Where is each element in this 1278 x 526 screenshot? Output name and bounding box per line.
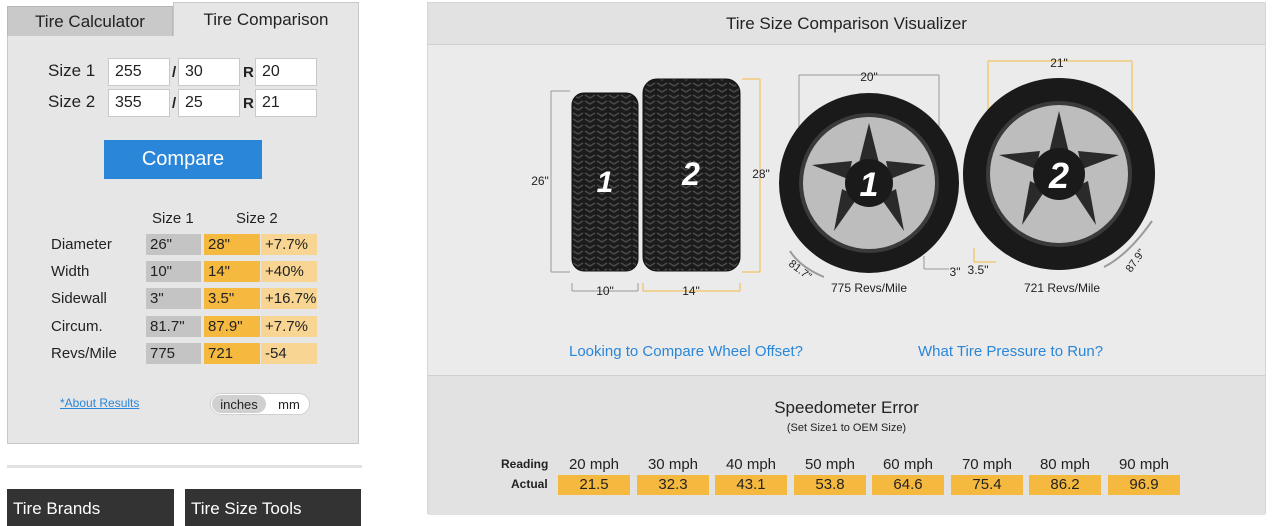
- wheel-offset-link[interactable]: Looking to Compare Wheel Offset?: [569, 343, 803, 360]
- actual-speed: 64.6: [872, 475, 944, 495]
- actual-speed: 75.4: [951, 475, 1023, 495]
- visualizer-panel: Tire Size Comparison Visualizer 26" 1 10…: [427, 2, 1266, 515]
- tire-1-width-label: 10": [596, 284, 614, 298]
- r-separator: R: [243, 95, 254, 112]
- result-size-1-value: 775: [146, 343, 201, 364]
- speedometer-subtitle: (Set Size1 to OEM Size): [786, 422, 907, 434]
- result-label: Width: [51, 263, 90, 280]
- reading-label: Reading: [501, 457, 549, 471]
- unit-inches-option[interactable]: inches: [212, 395, 266, 413]
- tire-brands-button[interactable]: Tire Brands: [7, 489, 174, 526]
- about-results-link[interactable]: *About Results: [60, 396, 139, 410]
- unit-toggle[interactable]: inches mm: [210, 393, 310, 415]
- slash-separator: /: [172, 95, 177, 112]
- tire-size-tools-button[interactable]: Tire Size Tools: [185, 489, 361, 526]
- actual-label: Actual: [511, 477, 548, 491]
- compare-button[interactable]: Compare: [104, 140, 262, 179]
- wheel-2-rim-label: 21": [1050, 56, 1068, 70]
- wheel-2-sidewall-label: 3.5": [968, 263, 989, 277]
- result-size-1-value: 3": [146, 288, 201, 309]
- speed-reading: 80 mph: [1039, 456, 1091, 473]
- size-1-aspect-input[interactable]: [178, 58, 240, 86]
- comparison-panel: Size 1 / R Size 2 / R Compare Size 1 Siz…: [7, 36, 359, 444]
- wheel-2: 21" 2 3.5" 87.9" 721 Revs/Mile: [963, 56, 1155, 295]
- tire-2-number: 2: [681, 156, 700, 192]
- speedometer-title: Speedometer Error: [774, 398, 919, 417]
- wheel-1: 20" 1 3" 81.7" 775 Revs/Mile: [779, 70, 960, 295]
- slash-separator: /: [172, 64, 177, 81]
- result-size-2-value: 28": [204, 234, 260, 255]
- result-difference: +16.7%: [261, 288, 317, 309]
- tire-visualization: 26" 1 10" 2 28" 14" 20" 1 3" 81.7" 775 R…: [531, 56, 1155, 298]
- tab-bar: Tire Calculator Tire Comparison: [7, 2, 359, 37]
- size-2-aspect-input[interactable]: [178, 89, 240, 117]
- tire-1-diameter-label: 26": [531, 174, 549, 188]
- tire-2-diameter-label: 28": [752, 167, 770, 181]
- result-label: Revs/Mile: [51, 345, 117, 362]
- wheel-1-number: 1: [860, 166, 879, 204]
- actual-speed: 53.8: [794, 475, 866, 495]
- size-2-width-input[interactable]: [108, 89, 170, 117]
- speed-reading: 70 mph: [961, 456, 1013, 473]
- tab-tire-calculator[interactable]: Tire Calculator: [7, 6, 173, 37]
- unit-mm-option[interactable]: mm: [271, 395, 307, 413]
- tire-1-number: 1: [597, 166, 614, 199]
- wheel-1-revs-label: 775 Revs/Mile: [831, 281, 907, 295]
- result-label: Circum.: [51, 318, 103, 335]
- speed-reading: 60 mph: [882, 456, 934, 473]
- speed-reading: 50 mph: [804, 456, 856, 473]
- result-row-revs-per-mile: Revs/Mile 775 721 -54: [8, 343, 358, 364]
- actual-speed: 43.1: [715, 475, 787, 495]
- result-difference: +7.7%: [261, 316, 317, 337]
- r-separator: R: [243, 64, 254, 81]
- actual-speed: 32.3: [637, 475, 709, 495]
- size-2-rim-input[interactable]: [255, 89, 317, 117]
- results-header-size-1: Size 1: [152, 210, 194, 227]
- result-size-1-value: 26": [146, 234, 201, 255]
- result-difference: +7.7%: [261, 234, 317, 255]
- result-label: Diameter: [51, 236, 112, 253]
- result-row-circumference: Circum. 81.7" 87.9" +7.7%: [8, 316, 358, 337]
- wheel-2-revs-label: 721 Revs/Mile: [1024, 281, 1100, 295]
- results-header-size-2: Size 2: [236, 210, 278, 227]
- tire-2-profile: 2 28" 14": [642, 78, 770, 298]
- actual-speed: 86.2: [1029, 475, 1101, 495]
- size-1-label: Size 1: [48, 61, 96, 80]
- speed-reading: 30 mph: [647, 456, 699, 473]
- tire-pressure-link[interactable]: What Tire Pressure to Run?: [918, 343, 1103, 360]
- visualizer-title: Tire Size Comparison Visualizer: [428, 3, 1265, 45]
- size-2-label: Size 2: [48, 92, 96, 111]
- speed-reading: 20 mph: [568, 456, 620, 473]
- wheel-1-rim-label: 20": [860, 70, 878, 84]
- speed-reading: 90 mph: [1118, 456, 1170, 473]
- result-size-2-value: 14": [204, 261, 260, 282]
- tire-1-profile: 26" 1 10": [531, 90, 639, 298]
- result-size-2-value: 87.9": [204, 316, 260, 337]
- result-size-2-value: 3.5": [204, 288, 260, 309]
- speed-reading: 40 mph: [725, 456, 777, 473]
- result-label: Sidewall: [51, 290, 107, 307]
- tire-2-width-label: 14": [682, 284, 700, 298]
- size-1-rim-input[interactable]: [255, 58, 317, 86]
- wheel-1-sidewall-label: 3": [950, 265, 961, 279]
- size-2-row: Size 2 / R: [8, 89, 358, 117]
- result-row-diameter: Diameter 26" 28" +7.7%: [8, 234, 358, 255]
- result-size-2-value: 721: [204, 343, 260, 364]
- tab-tire-comparison[interactable]: Tire Comparison: [173, 2, 359, 37]
- size-1-width-input[interactable]: [108, 58, 170, 86]
- result-row-width: Width 10" 14" +40%: [8, 261, 358, 282]
- size-1-row: Size 1 / R: [8, 58, 358, 86]
- result-size-1-value: 81.7": [146, 316, 201, 337]
- divider: [7, 465, 362, 468]
- result-size-1-value: 10": [146, 261, 201, 282]
- speedometer-error-section: Speedometer Error (Set Size1 to OEM Size…: [428, 375, 1265, 515]
- result-row-sidewall: Sidewall 3" 3.5" +16.7%: [8, 288, 358, 309]
- result-difference: +40%: [261, 261, 317, 282]
- actual-speed: 96.9: [1108, 475, 1180, 495]
- wheel-1-circumference-label: 81.7": [786, 258, 813, 283]
- wheel-2-number: 2: [1048, 155, 1069, 196]
- result-difference: -54: [261, 343, 317, 364]
- actual-speed: 21.5: [558, 475, 630, 495]
